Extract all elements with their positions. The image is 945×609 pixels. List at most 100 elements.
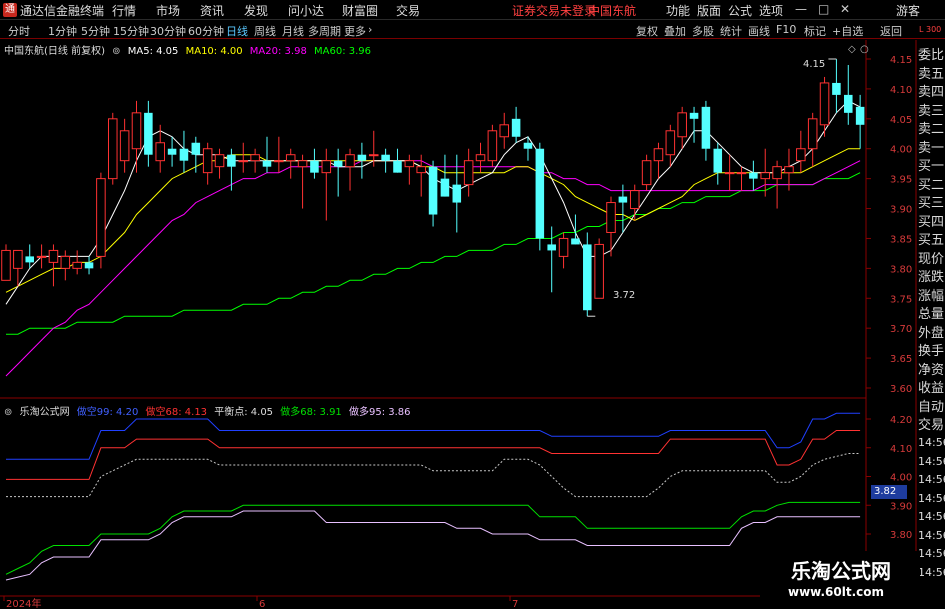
kong68-value: 做空68: 4.13 <box>145 407 208 418</box>
candle-body-up <box>487 130 498 162</box>
duo95-value: 做多95: 3.86 <box>348 407 411 418</box>
side-label[interactable]: 自动 <box>918 396 944 415</box>
candle-body-down <box>713 148 723 173</box>
sub-tick-label: 3.80 <box>890 530 912 541</box>
price-tick-label: 3.65 <box>890 354 912 365</box>
candle-body-down <box>452 184 462 203</box>
side-label[interactable]: 14:56 <box>918 473 945 486</box>
kline-chart[interactable]: 4.15 4.10 4.05 4.00 3.95 3.90 3.85 3.80 3.75 3.70… <box>0 0 945 609</box>
sub-tick-label: 4.00 <box>890 473 912 484</box>
high-price-label: 4.15 <box>803 59 826 70</box>
candle-body-up <box>155 142 165 162</box>
candle-body-down <box>84 262 94 269</box>
candle-body-up <box>416 166 426 174</box>
date-tick-label: 6 <box>259 599 265 609</box>
candle-body-up <box>784 166 794 174</box>
candle-body-down <box>547 244 556 251</box>
candle-body-up <box>463 160 474 186</box>
side-label: 收益 <box>918 381 945 396</box>
candle-body-up <box>499 124 510 138</box>
candle-body-down <box>167 148 177 155</box>
side-label[interactable]: 14:56 <box>918 566 945 579</box>
side-label: 涨跌 <box>918 270 945 285</box>
candle-body-down <box>618 196 628 203</box>
candle-body-down <box>191 142 201 155</box>
side-label: 买二 <box>918 177 945 193</box>
candle-body-up <box>274 160 284 163</box>
candle-body-down <box>832 82 841 95</box>
side-label: 委比 <box>918 48 945 63</box>
sub-toggle-icon[interactable]: ⊚ <box>4 407 12 418</box>
side-label[interactable]: 14:56 <box>918 436 945 449</box>
brand-url: www.60lt.com <box>788 585 885 599</box>
candle-body-up <box>1 249 11 281</box>
side-label[interactable]: 交易 <box>918 414 944 433</box>
candle-body-down <box>749 172 758 179</box>
watermark-brand: 乐淘公式网 www.60lt.com <box>760 551 920 609</box>
app-window: { "app": {"title": "通达信金融终端", "user": "游… <box>0 0 945 609</box>
legend-toggle-icon[interactable]: ⊚ <box>112 46 120 57</box>
price-tick-label: 4.10 <box>890 85 912 96</box>
brand-name: 乐淘公式网 <box>791 559 891 583</box>
side-label[interactable]: 14:56 <box>918 492 945 505</box>
side-label: 卖五 <box>918 66 945 82</box>
ma5-value: MA5: 4.05 <box>127 46 179 57</box>
side-label[interactable]: 14:56 <box>918 547 945 560</box>
side-label: 外盘 <box>918 325 945 341</box>
side-label: 卖三 <box>918 103 945 119</box>
candle-body-up <box>214 154 225 168</box>
candle-body-down <box>393 160 402 173</box>
candle-body-up <box>202 148 213 174</box>
duo68-line <box>5 501 861 575</box>
candle-body-up <box>772 166 782 180</box>
candle-body-down <box>179 148 189 161</box>
side-label[interactable]: 14:56 <box>918 529 945 542</box>
candle-body-up <box>119 130 130 162</box>
ma60-value: MA60: 3.96 <box>314 46 372 57</box>
candle-body-up <box>238 160 249 163</box>
candle-body-down <box>855 106 865 125</box>
candle-body-up <box>368 154 379 157</box>
side-label: 买三 <box>918 196 945 211</box>
candle-body-down <box>701 106 711 149</box>
side-label: 现价 <box>918 251 945 267</box>
date-tick-label: 7 <box>512 599 518 609</box>
candle-body-up <box>297 160 308 168</box>
price-tick-label: 3.80 <box>890 264 912 275</box>
price-tick-label: 3.85 <box>890 234 912 245</box>
candle-body-up <box>60 255 71 269</box>
candle-body-down <box>25 256 34 263</box>
date-tick-label: 2024年 <box>6 597 41 609</box>
candle-body-down <box>381 154 390 161</box>
candle-body-up <box>96 178 106 257</box>
candle-body-up <box>404 160 415 168</box>
balance-line <box>6 453 861 498</box>
side-label[interactable]: 14:56 <box>918 455 945 468</box>
candle-body-down <box>440 178 450 197</box>
side-label: 卖二 <box>918 122 945 137</box>
candle-body-up <box>131 112 142 150</box>
price-tick-label: 3.70 <box>890 324 912 335</box>
kong68-line <box>6 430 861 480</box>
candle-body-down <box>689 112 699 119</box>
side-label[interactable]: 14:56 <box>918 510 945 523</box>
candle-body-up <box>250 154 260 162</box>
side-label: 总量 <box>918 307 945 322</box>
quote-side-panel: 委比 卖五 卖四 卖三 卖二 卖一 买一 买二 买三 买四 买五 现价 涨跌 涨幅 总量 外盘 换手 净资 收益 自动… <box>917 40 945 609</box>
side-label: 买四 <box>918 214 945 230</box>
candle-body-up <box>819 82 830 126</box>
candle-body-down <box>262 160 272 167</box>
side-label: 卖四 <box>918 85 945 100</box>
kong99-value: 做空99: 4.20 <box>76 407 139 418</box>
candle-body-up <box>760 172 771 180</box>
candle-body-up <box>285 154 296 162</box>
diamond-icon: ◇ <box>848 44 856 55</box>
sub-chart-legend: ⊚ 乐淘公式网 做空99: 4.20 做空68: 4.13 平衡点: 4.05 … <box>4 403 415 418</box>
candle-body-up <box>606 202 616 233</box>
main-chart-legend: 中国东航(日线 前复权) ⊚ MA5: 4.05 MA10: 4.00 MA20… <box>4 42 375 57</box>
low-price-label: 3.72 <box>613 290 636 301</box>
candle-body-down <box>428 166 438 215</box>
candle-body-up <box>345 154 355 168</box>
stock-period-label: 中国东航(日线 前复权) <box>4 46 105 57</box>
circle-icon: ○ <box>860 44 869 55</box>
